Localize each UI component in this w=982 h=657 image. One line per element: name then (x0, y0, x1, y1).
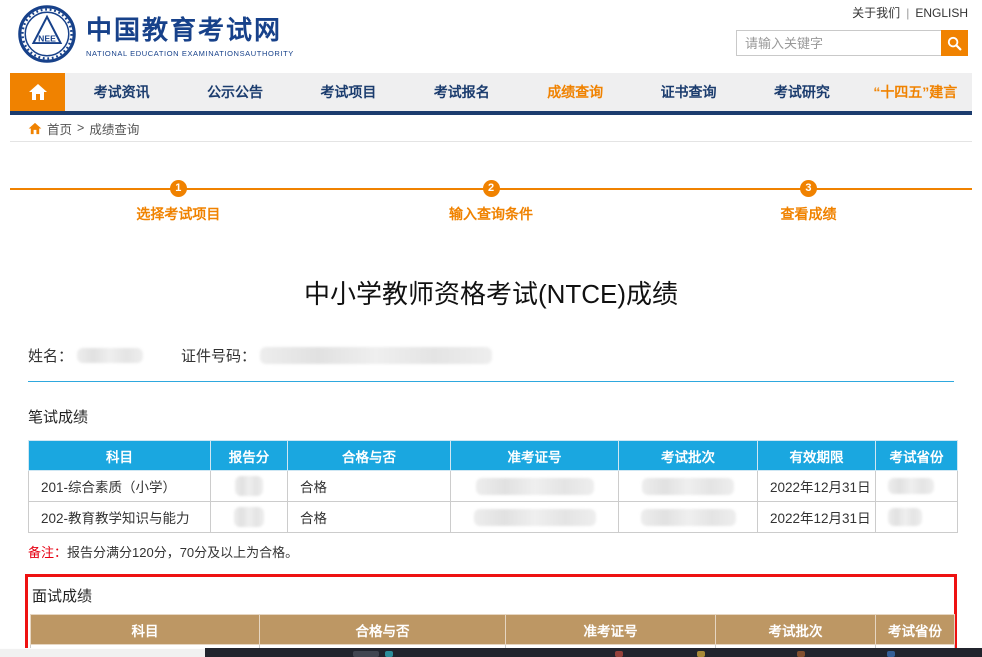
ticket-cell-redacted (451, 502, 619, 533)
svg-text:NEE: NEE (38, 33, 56, 43)
col-ticket-number: 准考证号 (451, 441, 619, 471)
score-cell-redacted (211, 502, 288, 533)
nav-item-exam-registration[interactable]: 考试报名 (405, 73, 518, 111)
about-us-link[interactable]: 关于我们 (852, 6, 900, 20)
col-ticket-number: 准考证号 (506, 615, 716, 645)
nav-item-score-inquiry[interactable]: 成绩查询 (519, 73, 632, 111)
step-indicator: 1 选择考试项目 2 输入查询条件 3 查看成绩 (10, 180, 972, 232)
col-exam-province: 考试省份 (876, 441, 958, 471)
breadcrumb: 首页 > 成绩查询 (10, 115, 972, 142)
id-number-value-redacted (260, 347, 492, 364)
province-cell-redacted (876, 471, 958, 502)
breadcrumb-current: 成绩查询 (89, 119, 139, 138)
search-button[interactable] (941, 30, 968, 56)
identity-row: 姓名： 证件号码： (28, 345, 954, 382)
page: NEE 中国教育考试网 NATIONAL EDUCATION EXAMINATI… (0, 0, 982, 657)
neea-emblem-icon: NEE (18, 5, 76, 63)
taskbar-light-segment (0, 649, 205, 657)
col-pass-status: 合格与否 (260, 615, 506, 645)
top-links: 关于我们 | ENGLISH (852, 4, 968, 21)
step-2-label: 输入查询条件 (449, 204, 533, 224)
taskbar-app-icon (887, 651, 895, 657)
subject-cell: 202-教育教学知识与能力 (29, 502, 211, 533)
province-cell-redacted (876, 502, 958, 533)
ticket-cell-redacted (451, 471, 619, 502)
step-3: 3 查看成绩 (780, 180, 836, 224)
search-icon (947, 36, 962, 51)
taskbar-app-icon (615, 651, 623, 657)
step-3-number: 3 (800, 180, 817, 197)
nav-item-exam-news[interactable]: 考试资讯 (65, 73, 178, 111)
col-report-score: 报告分 (211, 441, 288, 471)
interview-scores-title: 面试成绩 (30, 583, 952, 614)
nav-item-certificate-inquiry[interactable]: 证书查询 (632, 73, 745, 111)
logo-text: 中国教育考试网 NATIONAL EDUCATION EXAMINATIONSA… (86, 10, 294, 58)
top-links-separator: | (906, 6, 909, 20)
taskbar-app-icon (797, 651, 805, 657)
step-2-number: 2 (483, 180, 500, 197)
name-value-redacted (77, 348, 143, 363)
nav-item-public-notices[interactable]: 公示公告 (178, 73, 291, 111)
valid-until-cell: 2022年12月31日 (758, 502, 876, 533)
page-title: 中小学教师资格考试(NTCE)成绩 (0, 274, 982, 311)
nav-item-exam-programs[interactable]: 考试项目 (292, 73, 405, 111)
taskbar-app-icon (697, 651, 705, 657)
written-table-header-row: 科目 报告分 合格与否 准考证号 考试批次 有效期限 考试省份 (29, 441, 958, 471)
interview-scores-highlight-box: 面试成绩 科目 合格与否 准考证号 考试批次 考试省份 241-小学语文 合格 (25, 574, 957, 657)
subject-cell: 201-综合素质（小学） (29, 471, 211, 502)
taskbar-app-icon (385, 651, 393, 657)
table-row: 201-综合素质（小学） 合格 2022年12月31日 (29, 471, 958, 502)
score-cell-redacted (211, 471, 288, 502)
pass-cell: 合格 (288, 502, 451, 533)
col-subject: 科目 (29, 441, 211, 471)
step-1-number: 1 (170, 180, 187, 197)
batch-cell-redacted (619, 471, 758, 502)
step-1: 1 选择考试项目 (136, 180, 220, 224)
note-text: 报告分满分120分，70分及以上为合格。 (67, 545, 298, 560)
nav-item-14th-5yr-plan[interactable]: “十四五”建言 (859, 73, 972, 111)
id-number-label: 证件号码： (181, 345, 256, 366)
search-bar (736, 30, 968, 56)
main-nav: 考试资讯 公示公告 考试项目 考试报名 成绩查询 证书查询 考试研究 “十四五”… (10, 73, 972, 115)
valid-until-cell: 2022年12月31日 (758, 471, 876, 502)
note-label: 备注： (28, 545, 67, 560)
written-scores-table: 科目 报告分 合格与否 准考证号 考试批次 有效期限 考试省份 201-综合素质… (28, 440, 958, 533)
col-exam-batch: 考试批次 (716, 615, 876, 645)
taskbar-dark-segment (205, 648, 982, 657)
interview-table-header-row: 科目 合格与否 准考证号 考试批次 考试省份 (31, 615, 955, 645)
table-row: 202-教育教学知识与能力 合格 2022年12月31日 (29, 502, 958, 533)
breadcrumb-separator: > (77, 121, 84, 135)
batch-cell-redacted (619, 502, 758, 533)
taskbar-strip (0, 648, 982, 657)
logo-title: 中国教育考试网 (86, 10, 294, 47)
nav-item-exam-research[interactable]: 考试研究 (745, 73, 858, 111)
written-scores-title: 笔试成绩 (28, 406, 982, 427)
col-subject: 科目 (31, 615, 260, 645)
breadcrumb-home-icon (28, 122, 42, 135)
nav-home-button[interactable] (10, 73, 65, 111)
search-input[interactable] (736, 30, 941, 56)
col-valid-until: 有效期限 (758, 441, 876, 471)
col-exam-batch: 考试批次 (619, 441, 758, 471)
site-logo[interactable]: NEE 中国教育考试网 NATIONAL EDUCATION EXAMINATI… (18, 5, 294, 63)
home-icon (28, 83, 48, 101)
taskbar-app-icon (353, 651, 379, 657)
col-pass-status: 合格与否 (288, 441, 451, 471)
site-header: NEE 中国教育考试网 NATIONAL EDUCATION EXAMINATI… (0, 0, 982, 73)
pass-cell: 合格 (288, 471, 451, 502)
logo-subtitle: NATIONAL EDUCATION EXAMINATIONSAUTHORITY (86, 49, 294, 58)
col-exam-province: 考试省份 (876, 615, 955, 645)
step-3-label: 查看成绩 (780, 204, 836, 224)
step-2: 2 输入查询条件 (449, 180, 533, 224)
name-label: 姓名： (28, 345, 73, 366)
step-1-label: 选择考试项目 (136, 204, 220, 224)
score-note: 备注：报告分满分120分，70分及以上为合格。 (28, 542, 982, 561)
breadcrumb-home[interactable]: 首页 (47, 119, 72, 138)
english-link[interactable]: ENGLISH (915, 6, 968, 20)
